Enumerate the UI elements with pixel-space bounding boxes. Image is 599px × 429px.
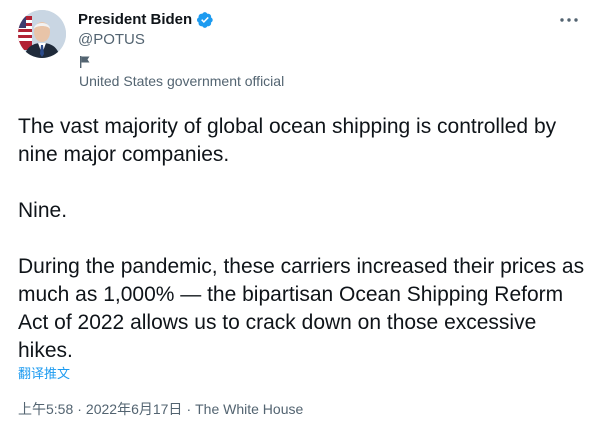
meta-separator: ·	[186, 401, 192, 417]
name-row: President Biden	[78, 10, 214, 30]
display-name[interactable]: President Biden	[78, 10, 192, 30]
verified-badge-icon	[196, 11, 214, 29]
more-button[interactable]	[555, 8, 583, 32]
meta-separator: ·	[77, 401, 82, 417]
tweet: President Biden @POTUS United States gov…	[0, 0, 599, 429]
affiliation-label: United States government official	[79, 73, 285, 89]
author-block: President Biden @POTUS	[78, 10, 214, 50]
tweet-paragraph: Nine.	[18, 199, 68, 222]
avatar-image	[18, 10, 66, 58]
more-dots-icon	[560, 18, 578, 22]
tweet-time[interactable]: 上午5:58	[18, 401, 73, 417]
avatar[interactable]	[18, 10, 66, 58]
tweet-paragraph: The vast majority of global ocean shippi…	[18, 115, 557, 166]
translate-tweet-link[interactable]: 翻译推文	[18, 366, 70, 382]
flag-icon	[79, 55, 91, 69]
tweet-paragraph: During the pandemic, these carriers incr…	[18, 255, 585, 362]
tweet-metadata: 上午5:58 · 2022年6月17日 · The White House	[18, 400, 303, 418]
tweet-date[interactable]: 2022年6月17日	[86, 401, 183, 417]
tweet-text: The vast majority of global ocean shippi…	[18, 113, 588, 365]
handle[interactable]: @POTUS	[78, 30, 214, 50]
tweet-source[interactable]: The White House	[195, 401, 303, 417]
